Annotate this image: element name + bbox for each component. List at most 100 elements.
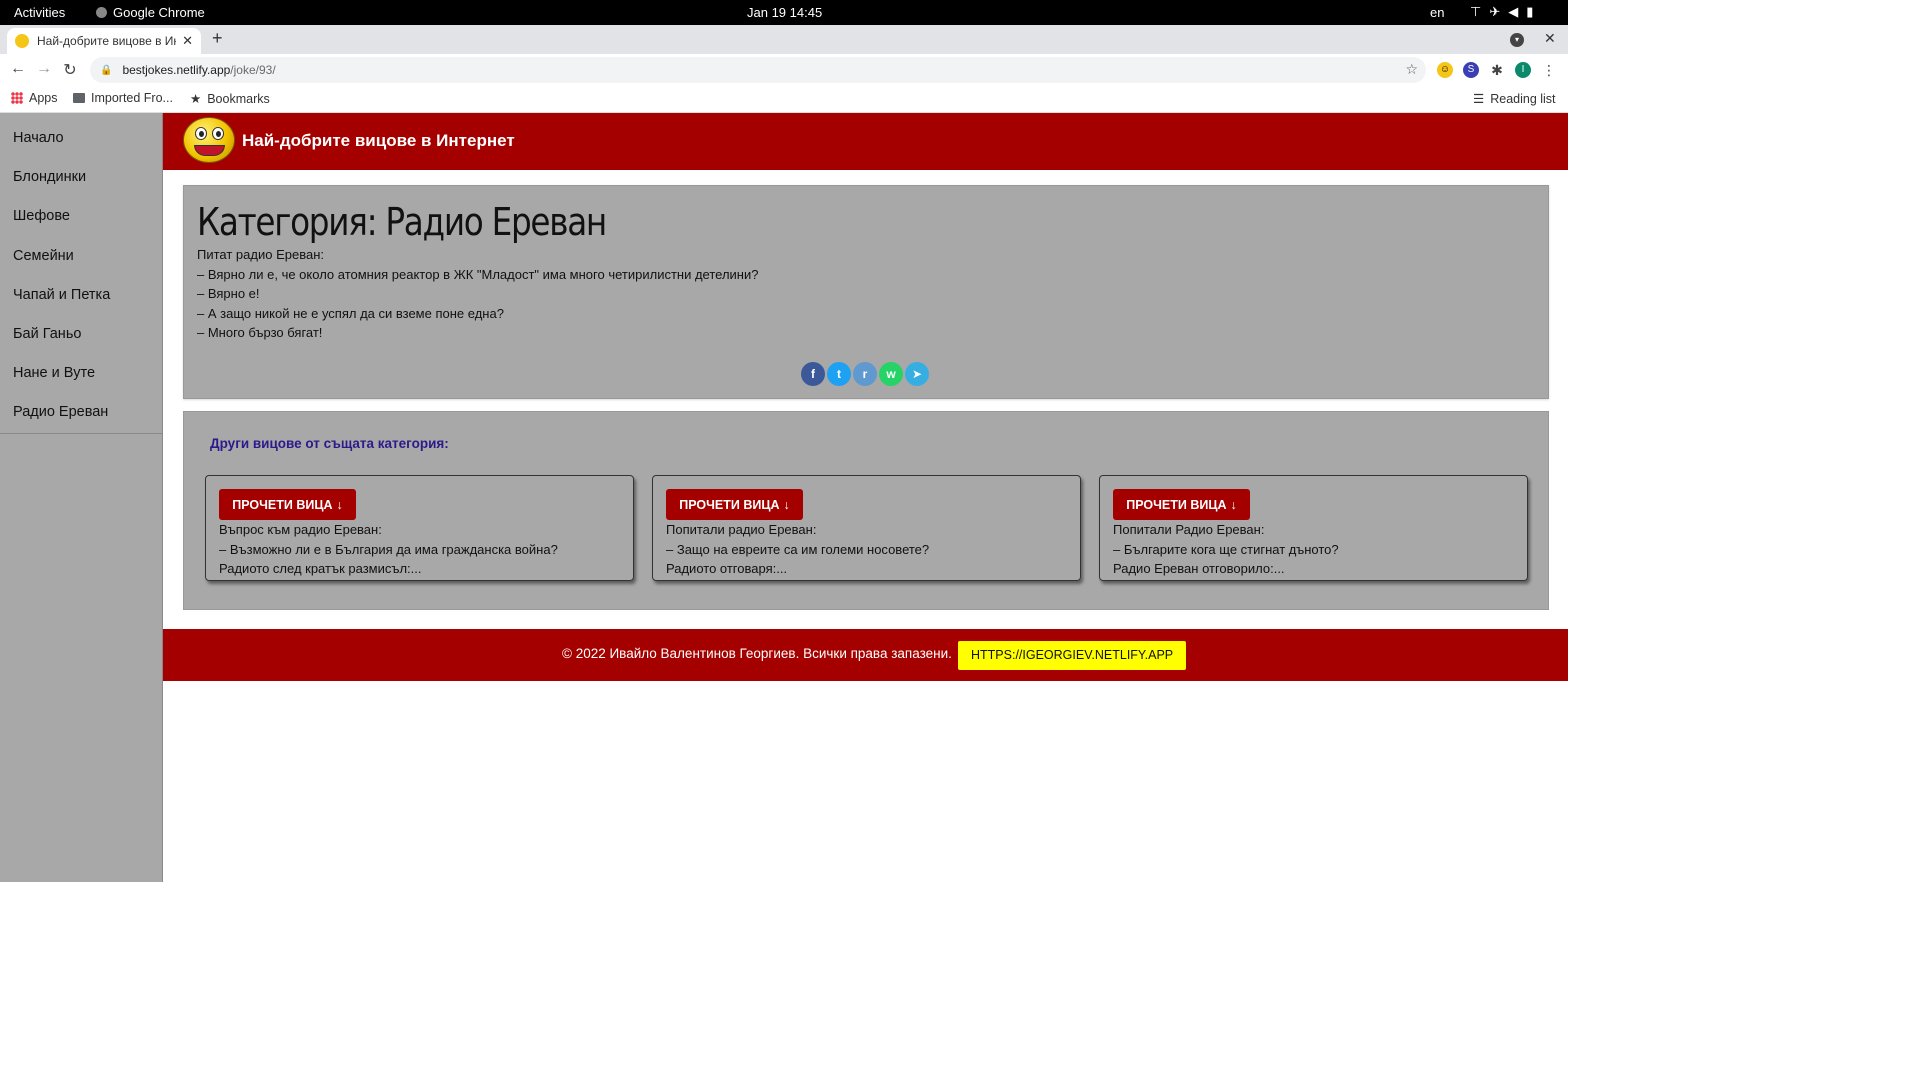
bookmark-bookmarks-label: Bookmarks xyxy=(207,91,270,106)
activities-button[interactable]: Activities xyxy=(14,5,65,20)
related-joke-card: ПРОЧЕТИ ВИЦА ↓ Попитали радио Ереван: – … xyxy=(652,475,1081,581)
back-icon[interactable]: ← xyxy=(8,60,28,78)
read-joke-button[interactable]: ПРОЧЕТИ ВИЦА ↓ xyxy=(666,489,803,520)
twitter-icon[interactable]: t xyxy=(827,362,851,386)
folder-icon xyxy=(73,93,85,103)
sidebar-item-bosses[interactable]: Шефове xyxy=(0,197,162,236)
related-jokes-panel: Други вицове от същата категория: ПРОЧЕТ… xyxy=(183,411,1549,610)
tab-search-icon[interactable]: ▾ xyxy=(1510,33,1524,47)
sidebar-item-blondes[interactable]: Блондинки xyxy=(0,158,162,197)
volume-icon: ◀ xyxy=(1508,4,1519,19)
page-viewport: Начало Блондинки Шефове Семейни Чапай и … xyxy=(0,113,1568,882)
author-site-link[interactable]: HTTPS://IGEORGIEV.NETLIFY.APP xyxy=(958,641,1187,670)
joke-line: – А защо никой не е успял да си вземе по… xyxy=(197,305,504,321)
logo-left-eye xyxy=(195,127,207,140)
sidebar-item-nane-vute[interactable]: Нане и Вуте xyxy=(0,354,162,393)
joke-line: – Вярно е! xyxy=(197,286,260,302)
read-joke-label: ПРОЧЕТИ ВИЦА xyxy=(679,497,780,512)
read-joke-label: ПРОЧЕТИ ВИЦА xyxy=(232,497,333,512)
bookmark-bookmarks[interactable]: ★ Bookmarks xyxy=(190,91,270,107)
chrome-icon xyxy=(96,7,107,18)
related-joke-card: ПРОЧЕТИ ВИЦА ↓ Въпрос към радио Ереван: … xyxy=(205,475,634,581)
joke-preview: Попитали Радио Ереван: – Българите кога … xyxy=(1113,520,1339,579)
preview-line: Попитали радио Ереван: xyxy=(666,522,817,537)
preview-line: – Възможно ли е в България да има гражда… xyxy=(219,541,558,557)
app-name: Google Chrome xyxy=(113,5,205,20)
logo-mouth xyxy=(194,145,225,156)
profile-avatar[interactable]: I xyxy=(1515,62,1531,78)
keyboard-language[interactable]: en xyxy=(1430,5,1444,20)
whatsapp-icon[interactable]: w xyxy=(879,362,903,386)
joke-preview: Попитали радио Ереван: – Защо на евреите… xyxy=(666,520,929,579)
battery-icon: ▮ xyxy=(1526,4,1534,19)
navigation-bar: ← → ↻ 🔒 bestjokes.netlify.app /joke/93/ … xyxy=(0,54,1568,86)
related-joke-card: ПРОЧЕТИ ВИЦА ↓ Попитали Радио Ереван: – … xyxy=(1099,475,1528,581)
site-title[interactable]: Най-добрите вицове в Интернет xyxy=(242,131,515,151)
site-footer: © 2022 Ивайло Валентинов Георгиев. Всичк… xyxy=(163,629,1568,681)
related-title: Други вицове от същата категория: xyxy=(210,436,449,451)
tab-strip: Най-добрите вицове в Интернет ✕ xyxy=(0,25,1568,54)
read-joke-label: ПРОЧЕТИ ВИЦА xyxy=(1126,497,1227,512)
read-joke-button[interactable]: ПРОЧЕТИ ВИЦА ↓ xyxy=(1113,489,1250,520)
sidebar-nav: Начало Блондинки Шефове Семейни Чапай и … xyxy=(0,113,163,882)
page-title: Категория: Радио Ереван xyxy=(197,200,607,244)
url-host: bestjokes.netlify.app xyxy=(122,63,231,77)
system-tray[interactable]: ⊤ ✈ ◀ ▮ xyxy=(1470,4,1533,20)
extension-s-icon[interactable]: S xyxy=(1463,62,1479,78)
window-close-icon[interactable]: ✕ xyxy=(1544,30,1556,47)
joke-line: – Вярно ли е, че около атомния реактор в… xyxy=(197,266,759,282)
preview-line: Попитали Радио Ереван: xyxy=(1113,522,1265,537)
bookmark-imported-label: Imported Fro... xyxy=(91,91,173,105)
bookmark-star-icon[interactable]: ☆ xyxy=(1405,61,1418,78)
clock[interactable]: Jan 19 14:45 xyxy=(747,5,822,20)
arrow-down-icon: ↓ xyxy=(783,497,790,512)
joke-text: Питат радио Ереван: – Вярно ли е, че око… xyxy=(197,245,758,343)
extension-smiley-icon[interactable]: ☺ xyxy=(1437,62,1453,78)
reddit-icon[interactable]: r xyxy=(853,362,877,386)
preview-line: Радио Ереван отговорило:... xyxy=(1113,561,1285,577)
preview-line: Радиото след кратък размисъл:... xyxy=(219,561,422,577)
sidebar-item-radio-erevan[interactable]: Радио Ереван xyxy=(0,393,162,432)
new-tab-button[interactable]: + xyxy=(212,28,223,49)
joke-line: – Много бързо бягат! xyxy=(197,325,323,341)
bookmark-imported-folder[interactable]: Imported Fro... xyxy=(73,91,173,105)
reading-list-button[interactable]: ☰ Reading list xyxy=(1473,91,1556,107)
smiley-logo-icon[interactable] xyxy=(183,117,235,163)
joke-panel: Категория: Радио Ереван Питат радио Ерев… xyxy=(183,185,1549,399)
joke-preview: Въпрос към радио Ереван: – Възможно ли е… xyxy=(219,520,558,579)
reading-list-icon: ☰ xyxy=(1473,92,1485,106)
arrow-down-icon: ↓ xyxy=(336,497,343,512)
telegram-icon[interactable]: ➤ xyxy=(905,362,929,386)
sidebar-item-family[interactable]: Семейни xyxy=(0,237,162,276)
logo-right-eye xyxy=(212,127,224,140)
joke-line: Питат радио Ереван: xyxy=(197,247,324,262)
favicon-icon xyxy=(15,34,29,48)
network-icon: ⊤ xyxy=(1470,4,1482,19)
app-menu[interactable]: Google Chrome xyxy=(96,5,205,20)
facebook-icon[interactable]: f xyxy=(801,362,825,386)
bookmark-apps[interactable]: Apps xyxy=(11,91,58,105)
preview-line: – Българите кога ще стигнат дъното? xyxy=(1113,541,1339,557)
tab-title: Най-добрите вицове в Интернет xyxy=(37,34,176,48)
preview-line: – Защо на евреите са им големи носовете? xyxy=(666,541,930,557)
star-icon: ★ xyxy=(190,92,202,106)
browser-menu-icon[interactable]: ⋮ xyxy=(1541,62,1557,78)
sidebar-item-bay-ganyo[interactable]: Бай Ганьо xyxy=(0,315,162,354)
browser-tab[interactable]: Най-добрите вицове в Интернет ✕ xyxy=(7,28,201,54)
extensions-puzzle-icon[interactable]: ✱ xyxy=(1489,62,1505,78)
reload-icon[interactable]: ↻ xyxy=(60,60,80,80)
sidebar-item-home[interactable]: Начало xyxy=(0,119,162,158)
sidebar-item-chapay[interactable]: Чапай и Петка xyxy=(0,276,162,315)
preview-line: Въпрос към радио Ереван: xyxy=(219,522,382,537)
preview-line: Радиото отговаря:... xyxy=(666,561,788,577)
bookmark-apps-label: Apps xyxy=(29,91,58,105)
url-path: /joke/93/ xyxy=(230,63,276,77)
read-joke-button[interactable]: ПРОЧЕТИ ВИЦА ↓ xyxy=(219,489,356,520)
address-bar[interactable]: 🔒 bestjokes.netlify.app /joke/93/ ☆ xyxy=(90,57,1426,83)
site-header: Най-добрите вицове в Интернет xyxy=(163,113,1568,170)
lock-icon[interactable]: 🔒 xyxy=(100,65,112,76)
forward-icon[interactable]: → xyxy=(34,60,54,78)
reading-list-label: Reading list xyxy=(1490,91,1556,106)
airplane-icon: ✈ xyxy=(1489,4,1501,19)
tab-close-icon[interactable]: ✕ xyxy=(182,33,193,49)
